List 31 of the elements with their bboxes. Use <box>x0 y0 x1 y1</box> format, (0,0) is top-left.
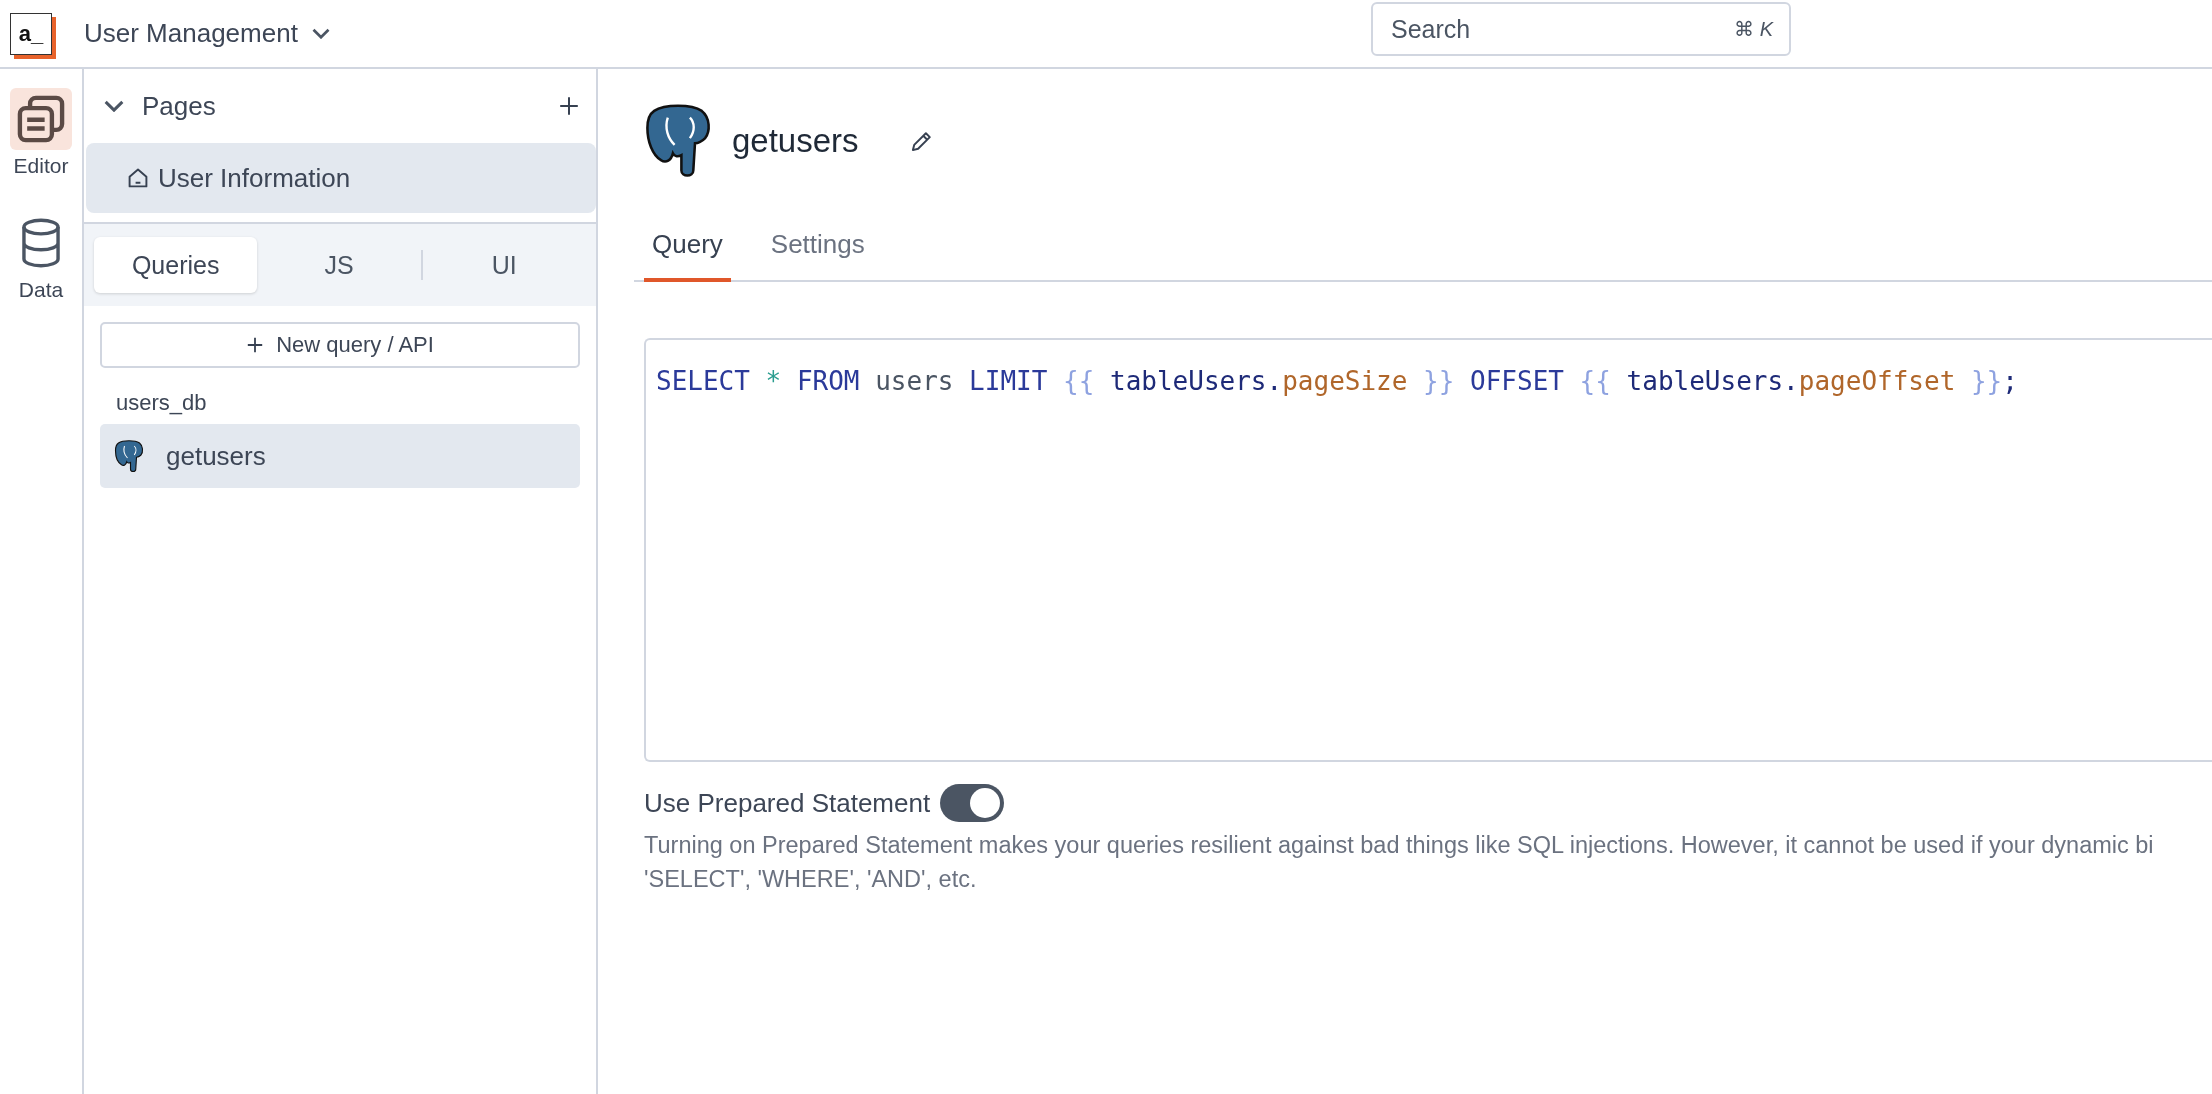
rail-label: Editor <box>13 154 69 178</box>
add-icon[interactable] <box>558 95 580 117</box>
section-title: Pages <box>142 90 217 122</box>
query-item[interactable]: getusers <box>100 424 580 488</box>
pages-icon <box>17 95 65 143</box>
rail-button[interactable] <box>10 88 72 150</box>
home-icon <box>126 166 150 190</box>
sidebar-tab[interactable]: JS <box>257 237 421 293</box>
help-text: Turning on Prepared Statement makes your queries resilient against bad things like SQL injections. However, it cannot be used if your dynamic bi 'SELECT', 'WHERE', 'AND', etc. <box>644 831 2155 894</box>
sidebar-tab[interactable]: Queries <box>94 237 258 293</box>
chevron-down-icon <box>311 28 330 39</box>
shortcut-hint: ⌘ K <box>1734 17 1773 41</box>
new-query-button[interactable]: New query / API <box>100 322 580 368</box>
sidebar-tab[interactable]: UI <box>422 237 586 293</box>
plus-icon <box>246 336 265 354</box>
page-item[interactable]: User Information <box>86 143 596 213</box>
query-tab[interactable]: Query <box>644 229 731 282</box>
code-editor[interactable]: SELECT * FROM users LIMIT {{ tableUsers.pageSize }} OFFSET {{ tableUsers.pageOffset }}; <box>644 338 2212 762</box>
chevron-down-icon[interactable] <box>104 100 124 112</box>
elephant-icon <box>644 103 712 179</box>
rail-label: Data <box>18 278 64 302</box>
toggle-switch[interactable] <box>940 784 1005 822</box>
database-icon <box>21 218 61 268</box>
app-menu-button[interactable]: User Management <box>84 18 330 49</box>
datasource-name: users_db <box>116 390 208 416</box>
search-field[interactable]: Search ⌘ K <box>1371 2 1791 56</box>
toggle-label: Use Prepared Statement <box>644 787 931 819</box>
query-name: getusers <box>732 122 859 160</box>
elephant-icon <box>114 439 144 473</box>
query-tab[interactable]: Settings <box>762 229 873 282</box>
code-line: SELECT * FROM users LIMIT {{ tableUsers.pageSize }} OFFSET {{ tableUsers.pageOffset }}; <box>656 366 2018 396</box>
